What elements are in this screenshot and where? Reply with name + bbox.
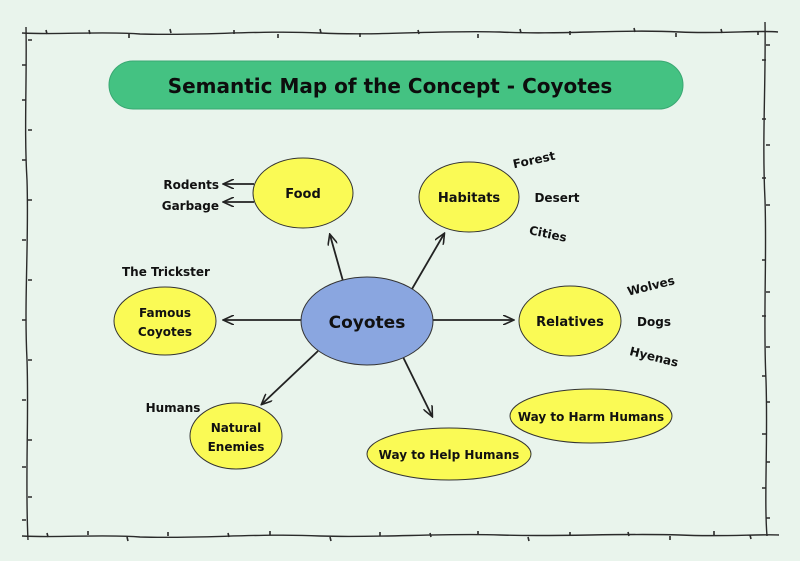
node-harm-label: Way to Harm Humans xyxy=(518,410,664,424)
page-title: Semantic Map of the Concept - Coyotes xyxy=(168,74,613,98)
node-famous-coyotes[interactable]: Famous Coyotes xyxy=(113,286,217,356)
node-natural-enemies[interactable]: Natural Enemies xyxy=(189,402,283,470)
detail-forest: Forest xyxy=(512,149,557,172)
node-enemies-label-line2: Enemies xyxy=(208,440,265,454)
detail-desert: Desert xyxy=(534,191,579,205)
node-way-to-help-humans[interactable]: Way to Help Humans xyxy=(366,427,532,481)
node-food[interactable]: Food xyxy=(252,157,354,229)
detail-garbage: Garbage xyxy=(162,199,219,213)
detail-hyenas: Hyenas xyxy=(628,344,680,370)
border-top xyxy=(21,30,779,36)
node-help-label: Way to Help Humans xyxy=(379,448,520,462)
border-bottom xyxy=(21,533,780,539)
border-right xyxy=(763,21,768,537)
node-famous-label-line1: Famous xyxy=(139,306,191,320)
arrow-to-food xyxy=(330,235,344,282)
detail-humans: Humans xyxy=(146,401,201,415)
detail-rodents: Rodents xyxy=(163,178,219,192)
node-relatives[interactable]: Relatives xyxy=(518,285,622,357)
node-enemies-label-line1: Natural xyxy=(211,421,262,435)
node-habitats-label: Habitats xyxy=(438,191,501,206)
arrow-to-help xyxy=(402,356,432,416)
node-way-to-harm-humans[interactable]: Way to Harm Humans xyxy=(509,388,673,444)
title-banner: Semantic Map of the Concept - Coyotes xyxy=(108,60,684,110)
detail-dogs: Dogs xyxy=(637,315,671,329)
center-node[interactable]: Coyotes xyxy=(300,276,434,366)
border-left xyxy=(24,26,29,541)
arrow-to-enemies xyxy=(262,350,319,404)
arrow-to-habitats xyxy=(411,234,444,290)
detail-wolves: Wolves xyxy=(626,273,676,298)
detail-the-trickster: The Trickster xyxy=(122,265,210,279)
semantic-map-canvas: Semantic Map of the Concept - Coyotes Co… xyxy=(21,21,780,542)
node-food-label: Food xyxy=(285,187,321,202)
node-famous-label-line2: Coyotes xyxy=(138,325,192,339)
node-habitats[interactable]: Habitats xyxy=(418,161,520,233)
center-node-label: Coyotes xyxy=(329,313,406,333)
detail-cities: Cities xyxy=(528,223,568,245)
node-relatives-label: Relatives xyxy=(536,315,604,330)
